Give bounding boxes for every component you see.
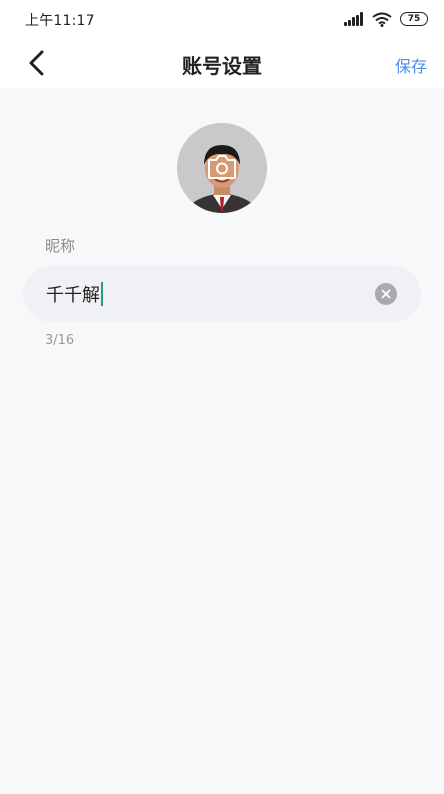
clear-icon bbox=[381, 289, 391, 299]
avatar[interactable] bbox=[177, 123, 267, 213]
nav-bar: 账号设置 保存 bbox=[0, 38, 444, 88]
nickname-label: 昵称 bbox=[45, 237, 76, 255]
save-button[interactable]: 保存 bbox=[395, 53, 427, 77]
nickname-value: 千千解 bbox=[46, 285, 100, 306]
page-title: 账号设置 bbox=[182, 54, 262, 78]
battery-icon: 75 bbox=[400, 12, 428, 26]
status-icons: 75 bbox=[344, 10, 428, 28]
text-caret bbox=[101, 282, 103, 306]
wifi-icon bbox=[372, 12, 392, 27]
account-settings-screen: 上午11:17 75 账号设置 保存 昵称 千千解 3/16 bbox=[0, 0, 444, 794]
battery-level: 75 bbox=[407, 13, 421, 24]
status-bar: 上午11:17 75 bbox=[0, 0, 444, 38]
clear-button[interactable] bbox=[375, 283, 397, 305]
nickname-input[interactable]: 千千解 bbox=[46, 281, 103, 307]
nickname-field[interactable]: 千千解 bbox=[23, 266, 421, 322]
camera-icon bbox=[207, 153, 237, 181]
signal-icon bbox=[344, 12, 364, 26]
char-count: 3/16 bbox=[45, 333, 75, 348]
status-time: 上午11:17 bbox=[25, 13, 95, 29]
